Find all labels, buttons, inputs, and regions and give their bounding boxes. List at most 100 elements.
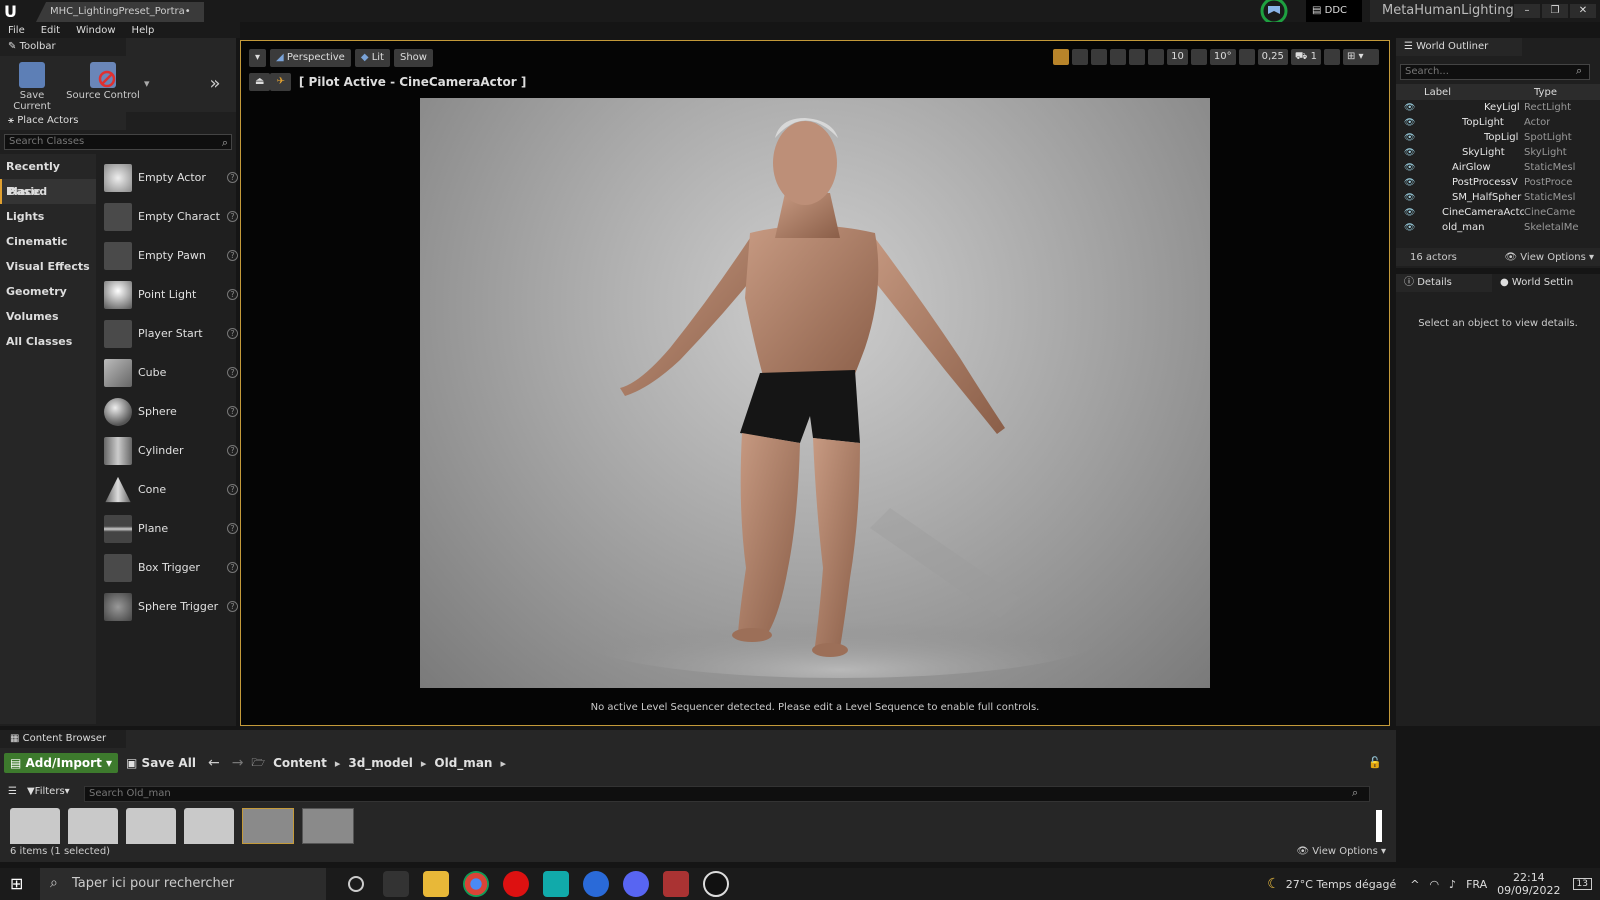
- unreal-engine-icon[interactable]: [703, 871, 729, 897]
- c-app-icon[interactable]: [583, 871, 609, 897]
- content-view-options-button[interactable]: 👁 View Options ▾: [1296, 846, 1386, 857]
- help-icon[interactable]: ?: [227, 250, 238, 261]
- network-icon[interactable]: ◠: [1429, 878, 1439, 891]
- help-icon[interactable]: ?: [227, 289, 238, 300]
- breadcrumb-3d-model[interactable]: 3d_model: [348, 756, 413, 770]
- notification-center-icon[interactable]: 13: [1572, 878, 1592, 890]
- actor-item-plane[interactable]: Plane?: [104, 509, 238, 548]
- toolbar-expand-icon[interactable]: »: [210, 73, 221, 94]
- menu-help[interactable]: Help: [132, 25, 155, 36]
- search-classes-input[interactable]: Search Classes: [4, 134, 232, 150]
- translate-icon[interactable]: [1053, 49, 1070, 65]
- category-geometry[interactable]: Geometry: [0, 279, 96, 304]
- lit-button[interactable]: ◆ Lit: [354, 49, 390, 67]
- outliner-row[interactable]: 👁 AirGlow StaticMesl: [1396, 160, 1596, 175]
- actor-item-point-light[interactable]: Point Light?: [104, 275, 238, 314]
- visibility-eye-icon[interactable]: 👁: [1404, 148, 1416, 158]
- breadcrumb-separator-icon[interactable]: ▸: [500, 757, 506, 770]
- outliner-row[interactable]: 👁 PostProcessV PostProce: [1396, 175, 1596, 190]
- file-explorer-icon[interactable]: [423, 871, 449, 897]
- category-recently-placed[interactable]: Recently Placed: [0, 154, 96, 198]
- asset-folder[interactable]: [68, 808, 118, 844]
- document-tab[interactable]: MHC_LightingPreset_Portra•: [36, 2, 204, 22]
- help-icon[interactable]: ?: [227, 211, 238, 222]
- asset-thumbnail-selected[interactable]: [242, 808, 294, 844]
- show-button[interactable]: Show: [393, 49, 433, 67]
- surface-snap-icon[interactable]: [1129, 49, 1146, 65]
- visibility-eye-icon[interactable]: 👁: [1404, 208, 1416, 218]
- asset-thumbnail[interactable]: [302, 808, 354, 844]
- world-outliner-tab[interactable]: ☰ World Outliner: [1396, 38, 1522, 56]
- asset-folder[interactable]: [10, 808, 60, 844]
- help-icon[interactable]: ?: [227, 367, 238, 378]
- perspective-button[interactable]: ◢ Perspective: [270, 49, 351, 67]
- rotate-icon[interactable]: [1072, 49, 1089, 65]
- menu-edit[interactable]: Edit: [41, 25, 60, 36]
- category-basic[interactable]: Basic: [0, 179, 96, 204]
- winrar-icon[interactable]: [663, 871, 689, 897]
- level-viewport[interactable]: ▾ ◢ Perspective ◆ Lit Show 10 10° 0,25 ⛟…: [240, 40, 1390, 726]
- rotation-snap-icon[interactable]: [1190, 49, 1207, 65]
- visibility-eye-icon[interactable]: 👁: [1404, 118, 1416, 128]
- visibility-eye-icon[interactable]: 👁: [1404, 223, 1416, 233]
- grid-snap-icon[interactable]: [1148, 49, 1165, 65]
- category-cinematic[interactable]: Cinematic: [0, 229, 96, 254]
- actor-item-empty-character[interactable]: Empty Charact?: [104, 197, 238, 236]
- weather-text[interactable]: 27°C Temps dégagé: [1286, 878, 1396, 891]
- actor-item-box-trigger[interactable]: Box Trigger?: [104, 548, 238, 587]
- actor-item-sphere[interactable]: Sphere?: [104, 392, 238, 431]
- outliner-row[interactable]: 👁 TopLight Actor: [1396, 115, 1596, 130]
- breadcrumb-content[interactable]: Content: [273, 756, 327, 770]
- help-icon[interactable]: ?: [227, 328, 238, 339]
- world-settings-tab[interactable]: ● World Settin: [1492, 274, 1592, 292]
- content-browser-tab[interactable]: ▦ Content Browser: [0, 730, 126, 748]
- maximize-button[interactable]: ❐: [1542, 4, 1568, 18]
- forward-arrow-icon[interactable]: →: [232, 755, 244, 771]
- camera-speed-button[interactable]: ⛟ 1: [1290, 49, 1321, 65]
- category-volumes[interactable]: Volumes: [0, 304, 96, 329]
- visibility-eye-icon[interactable]: 👁: [1404, 103, 1416, 113]
- breadcrumb-separator-icon[interactable]: ▸: [421, 757, 427, 770]
- breadcrumb-old-man[interactable]: Old_man: [434, 756, 492, 770]
- visibility-eye-icon[interactable]: 👁: [1404, 163, 1416, 173]
- actor-item-cylinder[interactable]: Cylinder?: [104, 431, 238, 470]
- windows-start-icon[interactable]: ⊞: [10, 874, 23, 893]
- scale-snap-value[interactable]: 0,25: [1257, 49, 1288, 65]
- outliner-row[interactable]: 👁 TopLigl SpotLight: [1396, 130, 1596, 145]
- outliner-row[interactable]: 👁 old_man SkeletalMe: [1396, 220, 1596, 235]
- details-tab[interactable]: ⓘ Details: [1396, 274, 1492, 292]
- outliner-row[interactable]: 👁 KeyLigl RectLight: [1396, 100, 1596, 115]
- layout-icon[interactable]: ⊞ ▾: [1343, 49, 1379, 65]
- outliner-row[interactable]: 👁 SkyLight SkyLight: [1396, 145, 1596, 160]
- outliner-row[interactable]: 👁 SM_HalfSpher StaticMesl: [1396, 190, 1596, 205]
- help-icon[interactable]: ?: [227, 601, 238, 612]
- content-search-input[interactable]: Search Old_man: [84, 786, 1370, 802]
- asset-folder[interactable]: [126, 808, 176, 844]
- grid-snap-value[interactable]: 10: [1167, 49, 1188, 65]
- world-local-icon[interactable]: [1110, 49, 1127, 65]
- close-button[interactable]: ✕: [1570, 4, 1596, 18]
- help-icon[interactable]: ?: [227, 562, 238, 573]
- actor-item-empty-pawn[interactable]: Empty Pawn?: [104, 236, 238, 275]
- tray-expand-icon[interactable]: ^: [1410, 878, 1419, 891]
- menu-window[interactable]: Window: [76, 25, 115, 36]
- breadcrumb-separator-icon[interactable]: ▸: [335, 757, 341, 770]
- actor-item-cone[interactable]: Cone?: [104, 470, 238, 509]
- help-icon[interactable]: ?: [227, 445, 238, 456]
- cortana-icon[interactable]: [348, 876, 364, 892]
- actor-item-player-start[interactable]: Player Start?: [104, 314, 238, 353]
- maya-icon[interactable]: [543, 871, 569, 897]
- taskbar-search-input[interactable]: Taper ici pour rechercher: [40, 868, 326, 900]
- outliner-row[interactable]: 👁 CineCameraActc CineCame: [1396, 205, 1596, 220]
- visibility-eye-icon[interactable]: 👁: [1404, 133, 1416, 143]
- source-control-dropdown-icon[interactable]: ▾: [144, 77, 150, 90]
- clock[interactable]: 22:14 09/09/2022: [1497, 871, 1560, 897]
- scrollbar[interactable]: [1376, 810, 1382, 842]
- help-icon[interactable]: ?: [227, 484, 238, 495]
- opera-icon[interactable]: [503, 871, 529, 897]
- minimize-button[interactable]: –: [1514, 4, 1540, 18]
- sources-toggle-icon[interactable]: ☰: [8, 786, 17, 797]
- help-icon[interactable]: ?: [227, 172, 238, 183]
- category-all-classes[interactable]: All Classes: [0, 329, 96, 354]
- scale-icon[interactable]: [1091, 49, 1108, 65]
